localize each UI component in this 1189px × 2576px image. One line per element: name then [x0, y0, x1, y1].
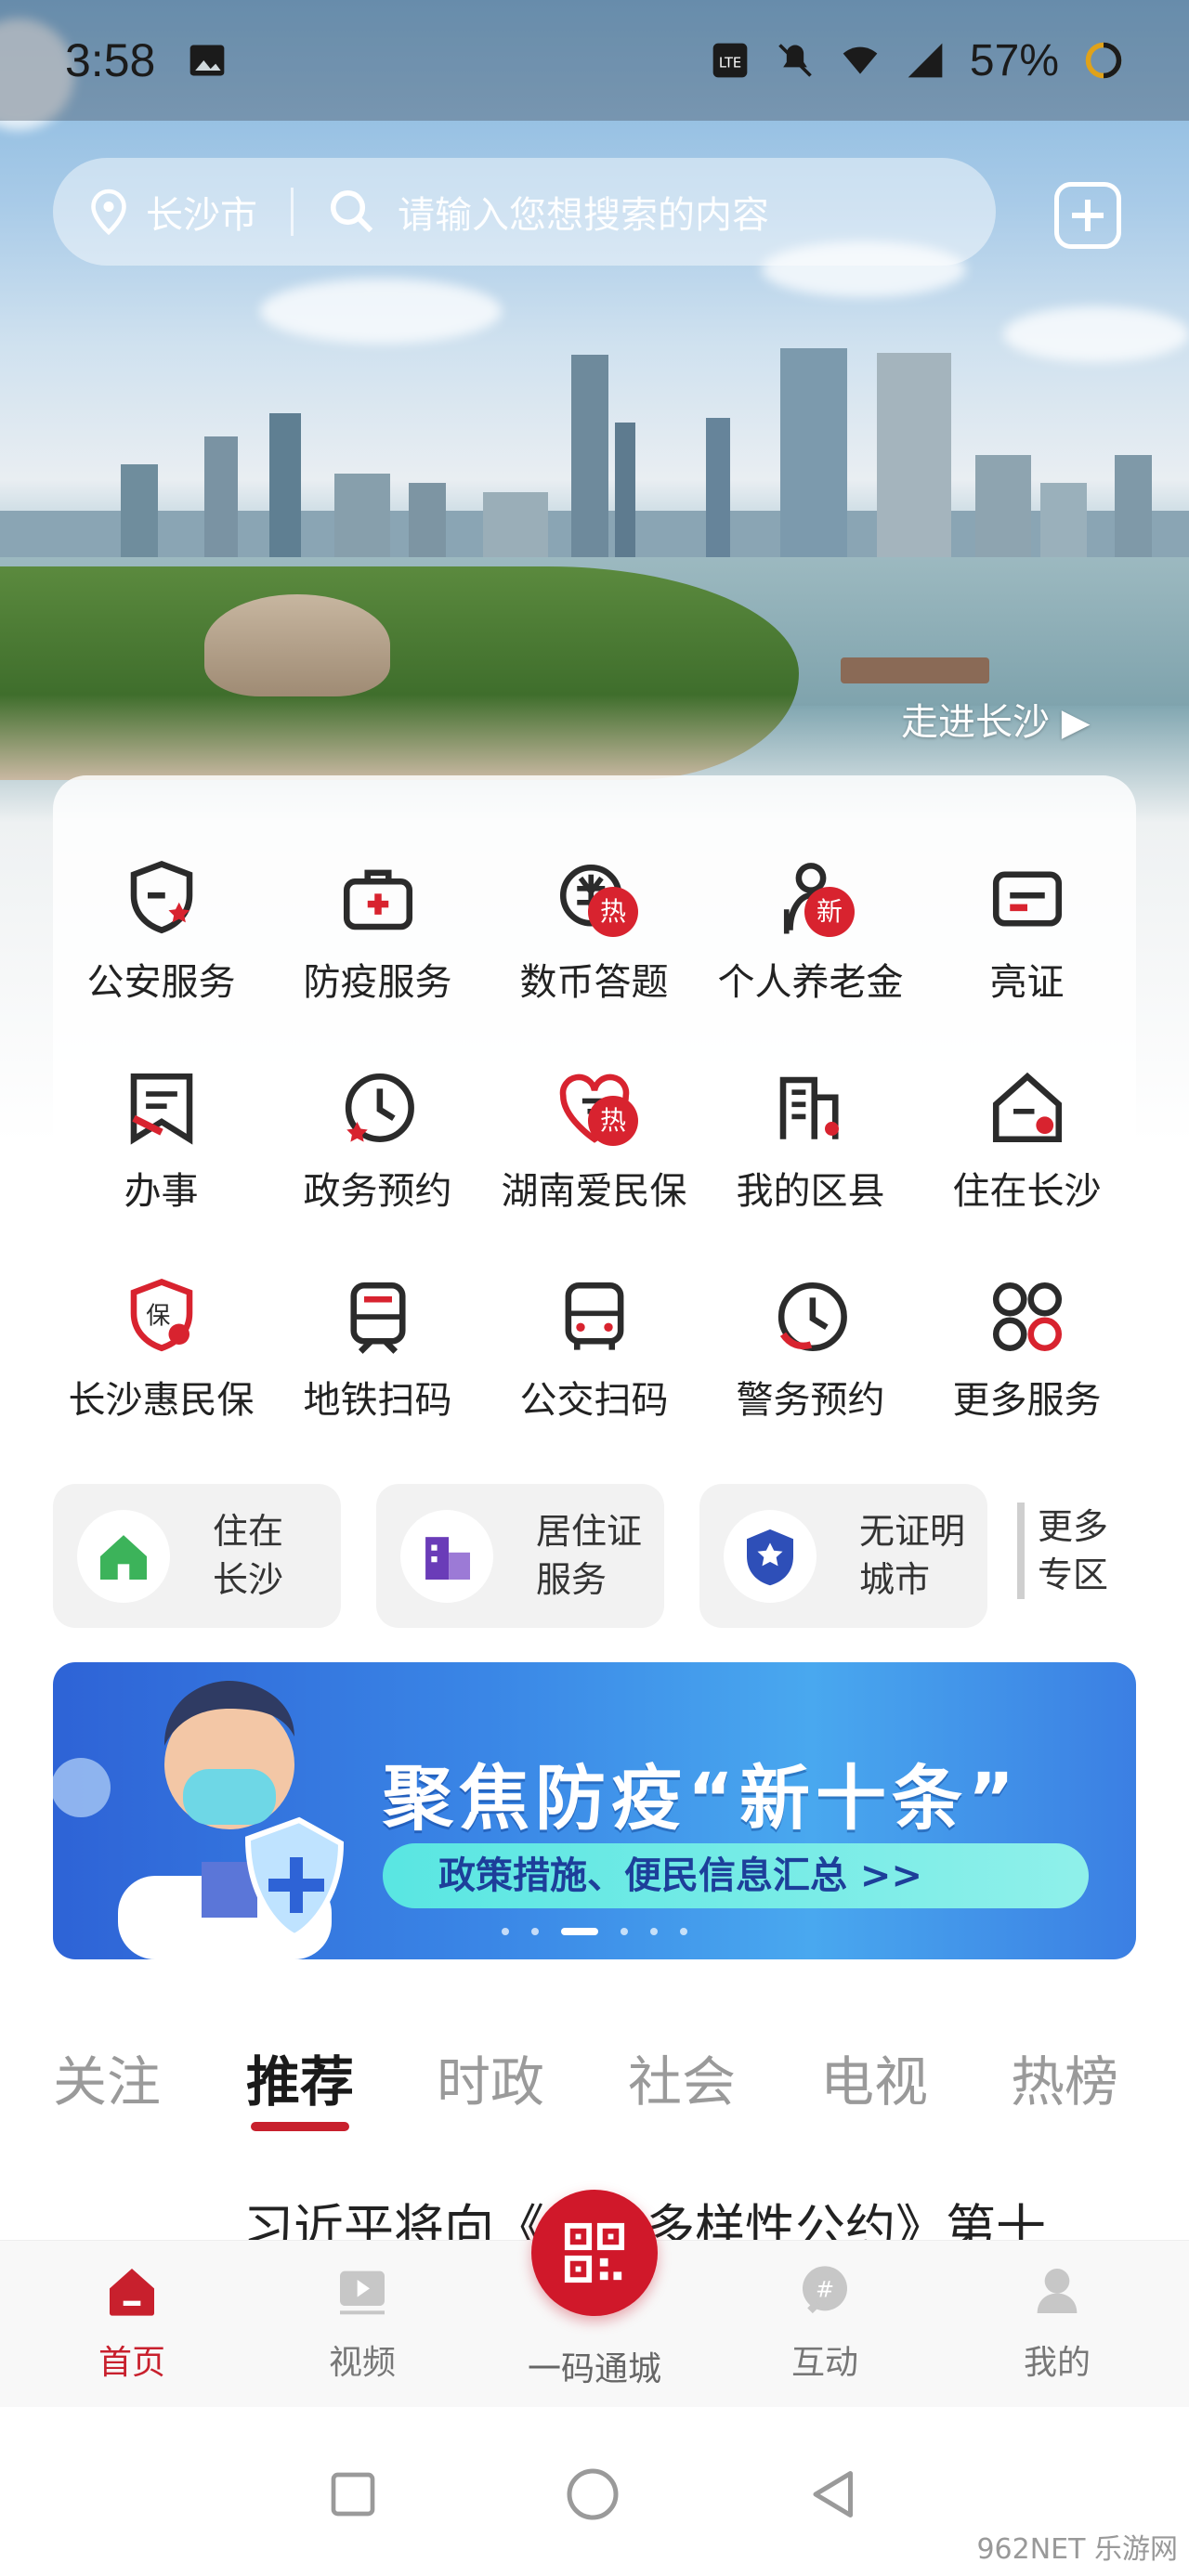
residence-building-icon [425, 1537, 470, 1580]
service-live-in-changsha[interactable]: 住在长沙 [919, 1021, 1135, 1216]
carousel-dot[interactable] [502, 1928, 509, 1935]
scan-code-button[interactable] [531, 2190, 658, 2316]
signal-icon [908, 43, 943, 78]
banner-subtitle: 政策措施、便民信息汇总 >> [383, 1843, 1089, 1908]
hot-badge: 热 [588, 887, 638, 937]
chat-hash-icon: # [803, 2266, 847, 2314]
add-plus-icon[interactable] [1054, 182, 1121, 249]
play-triangle-icon: ▶ [1061, 701, 1091, 744]
service-my-district[interactable]: 我的区县 [702, 1021, 919, 1216]
service-show-id[interactable]: 亮证 [919, 813, 1135, 1008]
tab-hot[interactable]: 热榜 [1011, 2038, 1118, 2116]
service-more[interactable]: 更多服务 [919, 1230, 1135, 1425]
svg-text:LTE: LTE [719, 55, 741, 71]
mute-bell-icon [778, 44, 812, 77]
medical-kit-icon [343, 869, 412, 930]
insurance-shield-icon: 保 [130, 1278, 192, 1352]
home-circle-icon[interactable] [565, 2466, 621, 2522]
watermark: 962NET 乐游网 [976, 2533, 1178, 2566]
zone-residence-permit[interactable]: 居住证 服务 [376, 1484, 664, 1628]
status-bar: 3:58 LTE 57% [0, 0, 1189, 121]
service-pension[interactable]: 新 个人养老金 [702, 813, 919, 1008]
police-shield-icon [130, 860, 192, 934]
volte-icon: LTE [712, 43, 748, 78]
recent-apps-icon[interactable] [327, 2468, 379, 2520]
promo-banner[interactable]: 聚焦防疫“新十条” 政策措施、便民信息汇总 >> [53, 1662, 1136, 1959]
svg-text:#: # [816, 2277, 834, 2303]
more-grid-icon [992, 1281, 1062, 1352]
police-clock-icon [777, 1281, 847, 1352]
nav-interact[interactable]: # 互动 [751, 2261, 899, 2384]
tab-politics[interactable]: 时政 [437, 2038, 544, 2116]
search-icon [330, 189, 373, 233]
news-tabs: 关注 推荐 时政 社会 电视 热榜 [0, 2029, 1189, 2140]
carousel-dot-active[interactable] [561, 1928, 598, 1935]
affairs-doc-icon [130, 1073, 192, 1145]
services-card: 公安服务 防疫服务 热 数币答题 新 个人养老金 亮证 办事 政务预约 热 湖南… [53, 775, 1136, 1500]
carousel-dot[interactable] [531, 1928, 539, 1935]
walk-into-changsha-link[interactable]: 走进长沙 ▶ [901, 692, 1090, 746]
service-police[interactable]: 公安服务 [53, 813, 269, 1008]
boat [841, 657, 989, 683]
hot-badge: 热 [588, 1096, 638, 1146]
bus-icon [565, 1281, 623, 1350]
svg-text:保: 保 [146, 1303, 170, 1331]
tab-tv[interactable]: 电视 [820, 2038, 928, 2116]
location-pin-icon [91, 189, 126, 236]
service-digital-currency[interactable]: 热 数币答题 [486, 813, 702, 1008]
user-icon [1037, 2269, 1078, 2313]
battery-percent: 57% [969, 35, 1059, 85]
back-triangle-icon[interactable] [806, 2466, 862, 2522]
statue [204, 594, 390, 696]
video-icon [340, 2270, 385, 2315]
wifi-icon [843, 46, 878, 74]
house-location-icon [992, 1072, 1062, 1143]
system-nav-bar: 962NET 乐游网 [0, 2407, 1189, 2576]
tab-indicator [251, 2122, 349, 2131]
carousel-dot[interactable] [650, 1928, 658, 1935]
search-bar[interactable]: 长沙市 请输入您想搜索的内容 [53, 158, 996, 266]
appointment-clock-icon [345, 1073, 414, 1143]
tab-society[interactable]: 社会 [628, 2038, 736, 2116]
banner-title: 聚焦防疫“新十条” [383, 1757, 1020, 1840]
service-changsha-huiminbao[interactable]: 保 长沙惠民保 [53, 1230, 269, 1425]
district-building-icon [779, 1076, 839, 1139]
search-divider [291, 188, 294, 236]
service-epidemic[interactable]: 防疫服务 [269, 813, 486, 1008]
service-affairs[interactable]: 办事 [53, 1021, 269, 1216]
service-hunan-aiminbao[interactable]: 热 湖南爱民保 [486, 1021, 702, 1216]
zone-no-proof-city[interactable]: 无证明 城市 [699, 1484, 987, 1628]
new-badge: 新 [804, 887, 855, 937]
battery-icon [1085, 42, 1122, 79]
carousel-dots [53, 1921, 1136, 1939]
green-house-icon [100, 1535, 147, 1580]
id-card-icon [992, 871, 1062, 927]
star-badge-icon [747, 1529, 793, 1586]
home-icon [110, 2269, 154, 2316]
tab-follow[interactable]: 关注 [53, 2038, 161, 2116]
qr-code-icon [564, 2222, 625, 2283]
service-police-appointment[interactable]: 警务预约 [702, 1230, 919, 1425]
service-bus-scan[interactable]: 公交扫码 [486, 1230, 702, 1425]
service-gov-appointment[interactable]: 政务预约 [269, 1021, 486, 1216]
nav-home[interactable]: 首页 [58, 2261, 206, 2384]
tab-recommend[interactable]: 推荐 [246, 2038, 354, 2116]
service-subway-scan[interactable]: 地铁扫码 [269, 1230, 486, 1425]
doctor-illustration [53, 1681, 345, 1959]
city-selector[interactable]: 长沙市 [146, 185, 257, 239]
carousel-dot[interactable] [680, 1928, 687, 1935]
zone-live-in-changsha[interactable]: 住在 长沙 [53, 1484, 341, 1628]
nav-mine[interactable]: 我的 [983, 2261, 1131, 2384]
scan-code-label: 一码通城 [527, 2350, 661, 2388]
gallery-icon [189, 45, 225, 76]
more-zones-link[interactable]: 更多 专区 [1017, 1503, 1108, 1599]
status-time: 3:58 [65, 34, 156, 86]
carousel-dot[interactable] [621, 1928, 628, 1935]
subway-icon [349, 1281, 406, 1354]
search-input[interactable]: 请输入您想搜索的内容 [398, 185, 769, 239]
nav-video[interactable]: 视频 [288, 2261, 437, 2384]
